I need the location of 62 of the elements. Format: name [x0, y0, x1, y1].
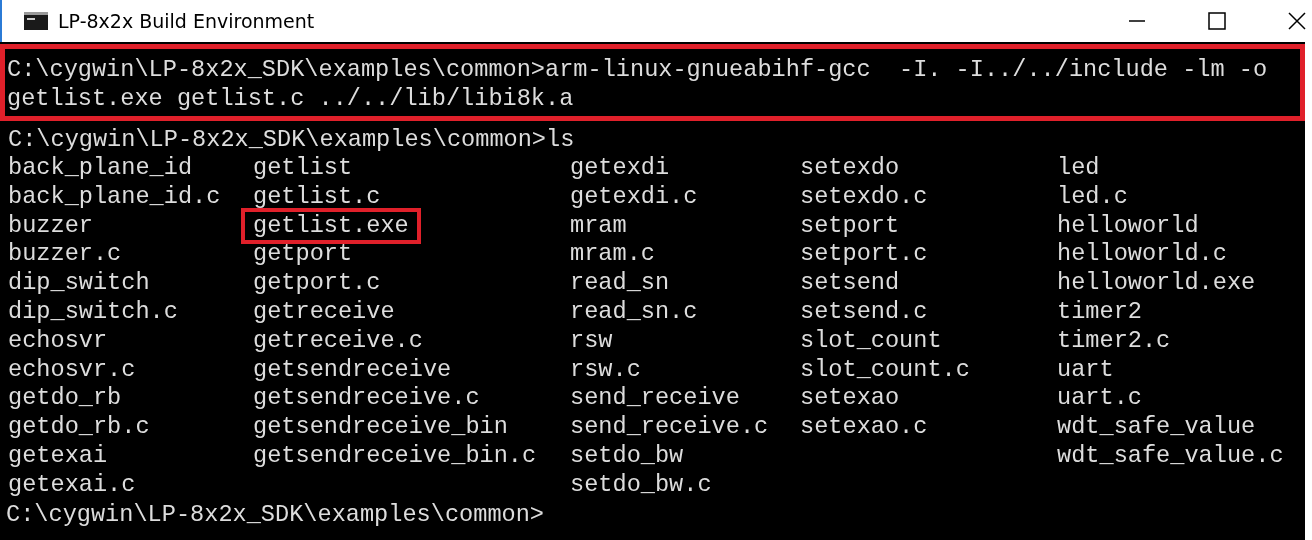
file-name: setsend [800, 269, 900, 298]
file-name: send_receive.c [570, 413, 769, 442]
file-name: setexao [800, 384, 900, 414]
file-name: wdt_safe_value.c [1057, 441, 1284, 471]
file-name: getreceive [253, 298, 395, 327]
file-name: setexdo.c [800, 182, 928, 212]
file-name: slot_count.c [800, 355, 970, 385]
file-name: getsendreceive_bin.c [253, 441, 537, 471]
file-name: helloworld.c [1057, 240, 1227, 270]
command-line: C:\cygwin\LP-8x2x_SDK\examples\common>ls [7, 125, 576, 154]
file-name: back_plane_id [8, 154, 193, 183]
file-name: getexdi [570, 154, 670, 183]
file-name: setport.c [800, 240, 928, 270]
file-name: getdo_rb [8, 384, 122, 414]
file-name: getsendreceive [253, 355, 452, 385]
file-name: uart [1057, 355, 1114, 385]
file-name: slot_count [800, 326, 942, 356]
file-name: wdt_safe_value [1057, 413, 1256, 442]
file-name: getport.c [253, 269, 381, 298]
file-name: getreceive.c [253, 326, 423, 356]
file-name: setsend.c [800, 298, 928, 327]
file-name: getlist.exe [241, 207, 421, 245]
command-prompt: C:\cygwin\LP-8x2x_SDK\examples\common> [5, 499, 546, 529]
file-name: mram [570, 211, 627, 241]
maximize-icon[interactable] [1208, 12, 1226, 30]
file-name: back_plane_id.c [8, 182, 221, 212]
file-name: timer2.c [1057, 326, 1171, 356]
file-name: getdo_rb.c [8, 413, 150, 442]
file-name: echosvr [8, 326, 108, 356]
file-name: mram.c [570, 240, 655, 270]
console-icon [24, 12, 48, 30]
command-line: C:\cygwin\LP-8x2x_SDK\examples\common>arm-linux-gnueabihf-gcc -I. -I../../include -lm -o [6, 55, 1269, 84]
file-name: helloworld [1057, 211, 1199, 241]
file-name: read_sn.c [570, 298, 698, 327]
file-name: setdo_bw.c [570, 470, 712, 500]
file-name: led.c [1057, 182, 1128, 212]
file-name: timer2 [1057, 298, 1142, 327]
file-name: dip_switch.c [8, 298, 178, 327]
file-name: dip_switch [8, 269, 150, 298]
file-name: rsw.c [570, 355, 641, 385]
file-name: setexao.c [800, 413, 928, 442]
file-name: echosvr.c [8, 355, 136, 385]
file-name: buzzer [8, 211, 93, 241]
file-name: setexdo [800, 154, 900, 183]
file-name: getexdi.c [570, 182, 698, 212]
command-line: getlist.exe getlist.c ../../lib/libi8k.a [6, 84, 575, 113]
file-name: getexai.c [8, 470, 136, 500]
file-name: getlist [253, 154, 353, 183]
file-name: read_sn [570, 269, 670, 298]
file-name: setport [800, 211, 900, 241]
file-name: getsendreceive.c [253, 384, 480, 414]
file-name: led [1057, 154, 1100, 183]
file-name: getsendreceive_bin [253, 413, 508, 442]
file-name: rsw [570, 326, 613, 356]
file-name: getexai [8, 441, 108, 471]
file-name: setdo_bw [570, 441, 684, 471]
file-name: helloworld.exe [1057, 269, 1256, 298]
file-name: send_receive [570, 384, 740, 414]
window-title: LP-8x2x Build Environment [58, 10, 315, 32]
close-icon[interactable] [1288, 12, 1306, 30]
file-name: uart.c [1057, 384, 1142, 414]
file-name: buzzer.c [8, 240, 122, 270]
